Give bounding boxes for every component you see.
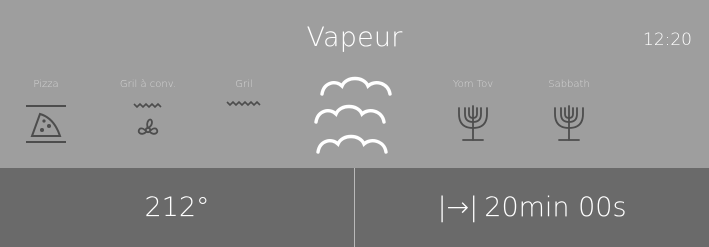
steam-icon — [306, 72, 404, 162]
temperature-value: 212° — [144, 192, 210, 223]
mode-yom-tov[interactable]: Yom Tov — [433, 78, 513, 141]
convection-grill-icon — [108, 96, 188, 151]
clock: 12:20 — [643, 30, 692, 50]
oven-display: Vapeur 12:20 Pizza Gril à conv. Gril Yom… — [0, 0, 709, 247]
mode-grill[interactable]: Gril — [204, 78, 284, 107]
mode-label: Yom Tov — [452, 79, 494, 90]
footer-bar: 212° |→| 20min 00s — [0, 168, 709, 247]
timer-icon: |→| — [437, 192, 479, 223]
menorah-icon — [529, 96, 609, 151]
timer-button[interactable]: |→| 20min 00s — [355, 168, 709, 247]
grill-icon — [204, 96, 284, 151]
mode-label: Gril — [235, 79, 253, 90]
pizza-icon — [6, 96, 86, 151]
mode-label: Gril à conv. — [119, 79, 177, 90]
mode-pizza[interactable]: Pizza — [6, 78, 86, 143]
mode-title: Vapeur — [306, 22, 403, 53]
mode-sabbath[interactable]: Sabbath — [529, 78, 609, 141]
menorah-icon — [433, 96, 513, 151]
mode-label: Pizza — [33, 79, 59, 90]
timer-value: 20min 00s — [484, 192, 627, 223]
mode-convection-grill[interactable]: Gril à conv. — [108, 78, 188, 135]
temperature-button[interactable]: 212° — [0, 168, 355, 247]
mode-label: Sabbath — [548, 79, 590, 90]
mode-selector-area: Vapeur 12:20 Pizza Gril à conv. Gril Yom… — [0, 0, 709, 168]
